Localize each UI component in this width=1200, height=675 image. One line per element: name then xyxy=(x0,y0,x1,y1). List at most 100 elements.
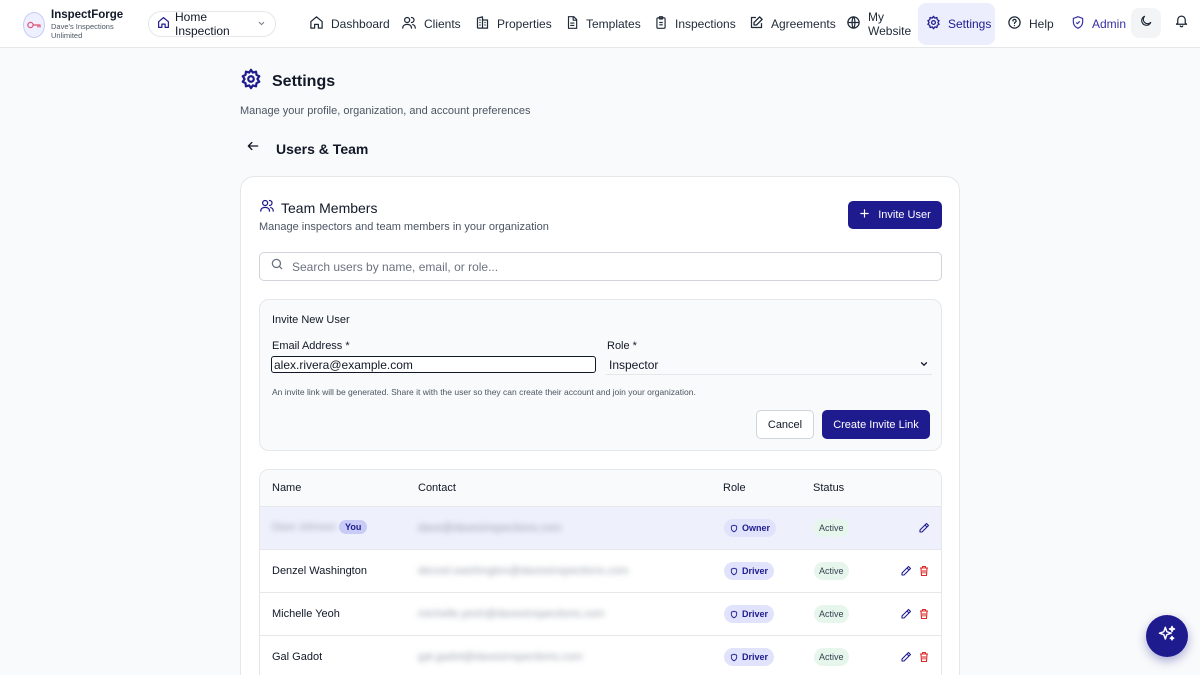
page-header: Settings Manage your profile, organizati… xyxy=(240,68,530,117)
nav-agreements[interactable]: Agreements xyxy=(741,3,844,45)
logo-icon xyxy=(23,11,45,38)
role-badge-label: Driver xyxy=(742,609,769,619)
nav-properties[interactable]: Properties xyxy=(467,3,560,45)
member-name: Dave Johnson xyxy=(272,522,336,533)
role-badge: Owner xyxy=(724,519,777,537)
users-icon xyxy=(259,198,275,218)
team-members-card: Team Members Manage inspectors and team … xyxy=(240,176,960,675)
status-badge: Active xyxy=(814,648,849,666)
brand-organization: Dave's Inspections Unlimited xyxy=(51,22,114,40)
nav-settings[interactable]: Settings xyxy=(918,3,995,45)
table-row[interactable]: Gal Gadot gal.gadot@davesinspections.com… xyxy=(260,636,941,675)
nav-admin-label: Admin xyxy=(1092,17,1127,31)
invite-panel-title: Invite New User xyxy=(272,314,350,326)
nav-dashboard-label: Dashboard xyxy=(331,17,390,31)
trash-icon[interactable] xyxy=(918,650,930,668)
edit-icon[interactable] xyxy=(900,607,912,625)
building-icon xyxy=(475,15,490,33)
globe-icon xyxy=(846,15,861,33)
member-contact: denzel.washington@davesinspections.com xyxy=(418,565,629,577)
card-subtitle: Manage inspectors and team members in yo… xyxy=(259,221,549,233)
clipboard-icon xyxy=(654,15,668,33)
member-name: Gal Gadot xyxy=(272,651,323,663)
top-navigation-bar: InspectForge Dave's Inspections Unlimite… xyxy=(0,0,1200,48)
member-contact: dave@davesinspections.com xyxy=(418,522,562,534)
edit-icon[interactable] xyxy=(900,650,912,668)
chevron-down-icon xyxy=(257,17,266,31)
shield-icon xyxy=(730,653,738,661)
document-icon xyxy=(565,15,579,33)
plus-icon xyxy=(859,208,870,222)
workspace-label: Home Inspection xyxy=(175,10,230,38)
arrow-left-icon[interactable] xyxy=(246,139,260,158)
chevron-down-icon xyxy=(919,358,929,372)
invite-hint: An invite link will be generated. Share … xyxy=(272,387,696,397)
role-label: Role * xyxy=(607,340,637,352)
theme-toggle-button[interactable] xyxy=(1131,8,1161,38)
page-subtitle: Manage your profile, organization, and a… xyxy=(240,105,531,117)
section-header: Users & Team xyxy=(246,139,368,158)
role-select[interactable]: Inspector xyxy=(606,356,932,375)
shield-icon xyxy=(730,524,738,532)
edit-icon[interactable] xyxy=(918,521,930,539)
nav-my-website-line2: Website xyxy=(868,24,912,38)
column-name: Name xyxy=(272,482,302,494)
invite-user-panel: Invite New User Email Address * Role * I… xyxy=(259,299,942,451)
invite-user-button[interactable]: Invite User xyxy=(848,201,942,229)
workspace-selector[interactable]: Home Inspection xyxy=(148,10,276,38)
role-badge-label: Driver xyxy=(742,652,769,662)
edit-icon[interactable] xyxy=(900,564,912,582)
bell-icon xyxy=(1174,13,1189,33)
nav-clients-label: Clients xyxy=(424,17,461,31)
member-contact: michelle.yeoh@davesinspections.com xyxy=(418,608,605,620)
nav-my-website-line1: My xyxy=(868,10,884,24)
invite-user-label: Invite User xyxy=(878,209,931,221)
ai-assistant-button[interactable] xyxy=(1146,615,1188,657)
table-row[interactable]: Denzel Washington denzel.washington@dave… xyxy=(260,550,941,593)
table-row[interactable]: Dave Johnson You dave@davesinspections.c… xyxy=(260,507,941,550)
card-title: Team Members xyxy=(281,200,378,216)
nav-dashboard[interactable]: Dashboard xyxy=(301,3,398,45)
table-row[interactable]: Michelle Yeoh michelle.yeoh@davesinspect… xyxy=(260,593,941,636)
status-badge: Active xyxy=(814,562,849,580)
role-badge-label: Driver xyxy=(742,566,769,576)
brand-name: InspectForge xyxy=(51,9,124,21)
nav-inspections[interactable]: Inspections xyxy=(646,3,744,45)
nav-templates-label: Templates xyxy=(586,17,641,31)
help-icon xyxy=(1007,15,1022,33)
sparkles-icon xyxy=(1157,624,1177,649)
nav-properties-label: Properties xyxy=(497,17,552,31)
search-bar xyxy=(259,252,942,281)
nav-help-label: Help xyxy=(1029,17,1054,31)
notifications-button[interactable] xyxy=(1166,8,1196,38)
member-contact: gal.gadot@davesinspections.com xyxy=(418,651,583,663)
member-name: Denzel Washington xyxy=(272,565,367,577)
nav-my-website[interactable]: My Website xyxy=(838,3,919,45)
email-label: Email Address * xyxy=(272,340,350,352)
home-icon xyxy=(157,16,170,32)
brand[interactable]: InspectForge Dave's Inspections Unlimite… xyxy=(23,9,123,40)
role-badge: Driver xyxy=(724,648,775,666)
you-badge: You xyxy=(339,520,368,534)
gear-icon xyxy=(240,68,262,95)
search-input[interactable] xyxy=(292,259,892,274)
shield-icon xyxy=(730,567,738,575)
member-name: Michelle Yeoh xyxy=(272,608,340,620)
shield-icon xyxy=(730,610,738,618)
create-invite-link-button[interactable]: Create Invite Link xyxy=(822,410,930,439)
page-title: Settings xyxy=(272,72,336,90)
dashboard-icon xyxy=(309,15,324,33)
trash-icon[interactable] xyxy=(918,564,930,582)
trash-icon[interactable] xyxy=(918,607,930,625)
column-role: Role xyxy=(723,482,746,494)
nav-templates[interactable]: Templates xyxy=(557,3,649,45)
email-field[interactable] xyxy=(271,356,596,373)
nav-admin[interactable]: Admin xyxy=(1063,3,1134,45)
nav-clients[interactable]: Clients xyxy=(393,3,469,45)
column-status: Status xyxy=(813,482,845,494)
nav-help[interactable]: Help xyxy=(999,3,1062,45)
nav-settings-label: Settings xyxy=(948,17,992,31)
role-badge: Driver xyxy=(724,562,775,580)
cancel-button[interactable]: Cancel xyxy=(756,410,814,439)
column-contact: Contact xyxy=(418,482,456,494)
